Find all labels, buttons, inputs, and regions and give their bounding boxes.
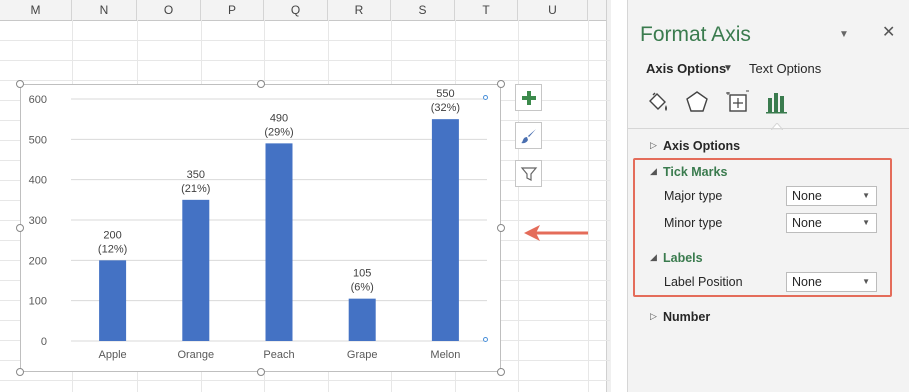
sheet-gridline (518, 20, 519, 392)
column-header-o[interactable]: O (137, 0, 201, 20)
column-header-n[interactable]: N (72, 0, 137, 20)
chevron-down-icon[interactable]: ▼ (723, 63, 733, 74)
data-label-percent: (29%) (264, 126, 293, 138)
data-label-value: 490 (270, 112, 288, 124)
plot-area-handle-bottom-right[interactable] (483, 337, 488, 342)
x-tick-label: Melon (430, 349, 460, 361)
size-properties-icon[interactable] (724, 88, 752, 116)
sheet-gridline (0, 380, 610, 381)
expand-triangle-icon[interactable]: ▷ (650, 311, 657, 322)
column-header-p[interactable]: P (201, 0, 264, 20)
filter-icon (520, 166, 537, 181)
bar (265, 143, 293, 341)
close-icon[interactable]: ✕ (882, 22, 895, 42)
chart-area[interactable]: 0 100 200 300 400 500 600 Apple 200 (12%) Orange 35… (20, 84, 501, 372)
bar (348, 298, 376, 341)
chart-filters-button[interactable] (515, 160, 542, 187)
data-label-percent: (21%) (181, 183, 210, 195)
column-headers: M N O P Q R S T U (0, 0, 610, 21)
column-chart[interactable]: 0 100 200 300 400 500 600 Apple 200 (12%) Orange 35… (21, 85, 502, 373)
y-tick-label: 100 (29, 296, 47, 308)
panel-options-chevron-icon[interactable]: ▼ (839, 29, 849, 40)
highlight-box (633, 158, 892, 297)
column-header-s[interactable]: S (391, 0, 455, 20)
column-header-u[interactable]: U (518, 0, 588, 20)
data-label-value: 350 (187, 169, 205, 181)
resize-handle-bottom-right[interactable] (497, 368, 505, 376)
resize-handle-right[interactable] (497, 224, 505, 232)
y-tick-label: 600 (29, 94, 47, 106)
column-header-q[interactable]: Q (264, 0, 328, 20)
y-tick-label: 500 (29, 134, 47, 146)
x-tick-label: Apple (99, 349, 127, 361)
column-header-m[interactable]: M (0, 0, 72, 20)
data-label-percent: (6%) (351, 282, 374, 294)
x-tick-label: Orange (177, 349, 214, 361)
expand-triangle-icon[interactable]: ▷ (650, 140, 657, 151)
tab-text-options[interactable]: Text Options (749, 61, 821, 76)
section-number[interactable]: Number (663, 310, 710, 324)
column-header-t[interactable]: T (455, 0, 518, 20)
y-tick-label: 200 (29, 255, 47, 267)
bar (431, 119, 459, 341)
x-tick-label: Peach (263, 349, 294, 361)
data-label-value: 550 (436, 88, 454, 100)
sheet-gridline (0, 40, 610, 41)
resize-handle-top[interactable] (257, 80, 265, 88)
panel-title: Format Axis (640, 23, 751, 46)
callout-arrow-icon (524, 225, 588, 241)
plus-icon (521, 90, 536, 105)
panel-divider (628, 128, 909, 129)
axis-options-icon[interactable] (763, 88, 791, 116)
effects-icon[interactable] (683, 88, 711, 116)
data-label-value: 105 (353, 268, 371, 280)
resize-handle-top-right[interactable] (497, 80, 505, 88)
resize-handle-left[interactable] (16, 224, 24, 232)
data-label-percent: (32%) (431, 102, 460, 114)
sheet-edge (606, 0, 611, 392)
data-label-percent: (12%) (98, 243, 127, 255)
bar (182, 199, 210, 341)
section-axis-options[interactable]: Axis Options (663, 139, 740, 153)
data-label-value: 200 (103, 229, 121, 241)
sheet-gridline (0, 60, 610, 61)
y-tick-label: 300 (29, 215, 47, 227)
sheet-gridline (0, 80, 610, 81)
tab-axis-options[interactable]: Axis Options (646, 61, 726, 76)
resize-handle-bottom-left[interactable] (16, 368, 24, 376)
y-tick-label: 0 (41, 336, 47, 348)
brush-icon (520, 128, 536, 143)
x-tick-label: Grape (347, 349, 378, 361)
fill-line-icon[interactable] (644, 88, 672, 116)
chart-styles-button[interactable] (515, 122, 542, 149)
chart-elements-button[interactable] (515, 84, 542, 111)
resize-handle-top-left[interactable] (16, 80, 24, 88)
resize-handle-bottom[interactable] (257, 368, 265, 376)
sheet-gridline (588, 20, 589, 392)
plot-area-handle-top-right[interactable] (483, 95, 488, 100)
column-header-r[interactable]: R (328, 0, 391, 20)
y-tick-label: 400 (29, 175, 47, 187)
bar (99, 260, 127, 341)
